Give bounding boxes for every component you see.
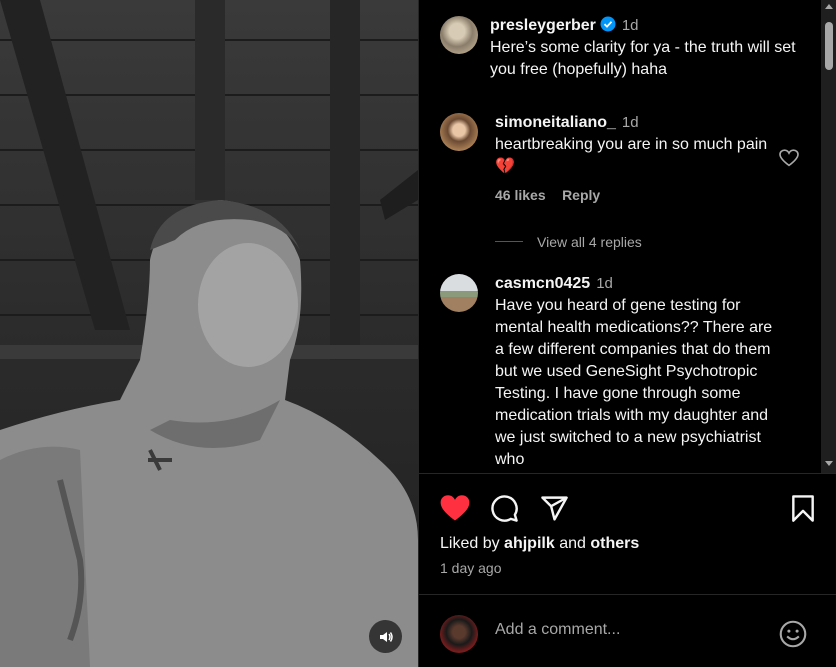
verified-badge-icon bbox=[600, 16, 616, 32]
author-username[interactable]: presleygerber bbox=[490, 17, 596, 34]
likes-summary: Liked by ahjpilk and others bbox=[440, 535, 639, 553]
add-comment-bar bbox=[419, 594, 836, 667]
comment-time: 1d bbox=[621, 114, 639, 131]
comment-text: heartbreaking you are in so much pain 💔 bbox=[495, 136, 768, 175]
post-timestamp[interactable]: 1 day ago bbox=[440, 560, 502, 576]
comment-item: simoneitaliano_ 1d heartbreaking you are … bbox=[495, 114, 775, 205]
commenter-avatar[interactable] bbox=[440, 113, 478, 151]
comment-item: casmcn0425 1d Have you heard of gene test… bbox=[495, 275, 775, 471]
author-avatar[interactable] bbox=[440, 16, 478, 54]
paper-plane-icon[interactable] bbox=[540, 494, 569, 523]
replies-divider bbox=[495, 241, 523, 242]
comment-username[interactable]: simoneitaliano_ bbox=[495, 114, 616, 131]
view-replies-link[interactable]: View all 4 replies bbox=[537, 234, 642, 250]
comment-likes-count[interactable]: 46 likes bbox=[495, 187, 546, 203]
comment-text: Have you heard of gene testing for menta… bbox=[495, 297, 773, 468]
heart-filled-icon[interactable] bbox=[440, 494, 470, 522]
post-media[interactable] bbox=[0, 0, 418, 667]
bookmark-icon[interactable] bbox=[790, 494, 816, 523]
post-details-panel: presleygerber 1d Here’s some clarity for … bbox=[418, 0, 836, 667]
reply-button[interactable]: Reply bbox=[562, 187, 600, 203]
caption-text: Here’s some clarity for ya - the truth w… bbox=[490, 39, 796, 78]
post-image bbox=[0, 0, 418, 667]
speech-bubble-icon[interactable] bbox=[490, 494, 519, 523]
sound-toggle-button[interactable] bbox=[369, 620, 402, 653]
current-user-avatar bbox=[440, 615, 478, 653]
comment-username[interactable]: casmcn0425 bbox=[495, 275, 590, 292]
scroll-up-arrow-icon[interactable] bbox=[825, 4, 833, 9]
commenter-avatar[interactable] bbox=[440, 274, 478, 312]
liked-by-others-link[interactable]: others bbox=[590, 535, 639, 552]
likes-joiner: and bbox=[559, 535, 586, 552]
comment-input[interactable] bbox=[495, 621, 765, 639]
scroll-down-arrow-icon[interactable] bbox=[825, 461, 833, 466]
caption-time: 1d bbox=[621, 17, 639, 34]
scrollbar-thumb[interactable] bbox=[825, 22, 833, 70]
likes-prefix: Liked by bbox=[440, 535, 500, 552]
speaker-icon bbox=[379, 631, 393, 642]
post-caption: presleygerber 1d Here’s some clarity for … bbox=[490, 16, 810, 81]
comments-scrollbar[interactable] bbox=[821, 0, 836, 473]
comment-like-heart-icon[interactable] bbox=[779, 149, 799, 167]
liked-by-user-link[interactable]: ahjpilk bbox=[504, 535, 555, 552]
comments-list[interactable]: presleygerber 1d Here’s some clarity for … bbox=[419, 0, 836, 473]
comment-time: 1d bbox=[596, 275, 613, 292]
smiley-icon[interactable] bbox=[779, 620, 807, 648]
